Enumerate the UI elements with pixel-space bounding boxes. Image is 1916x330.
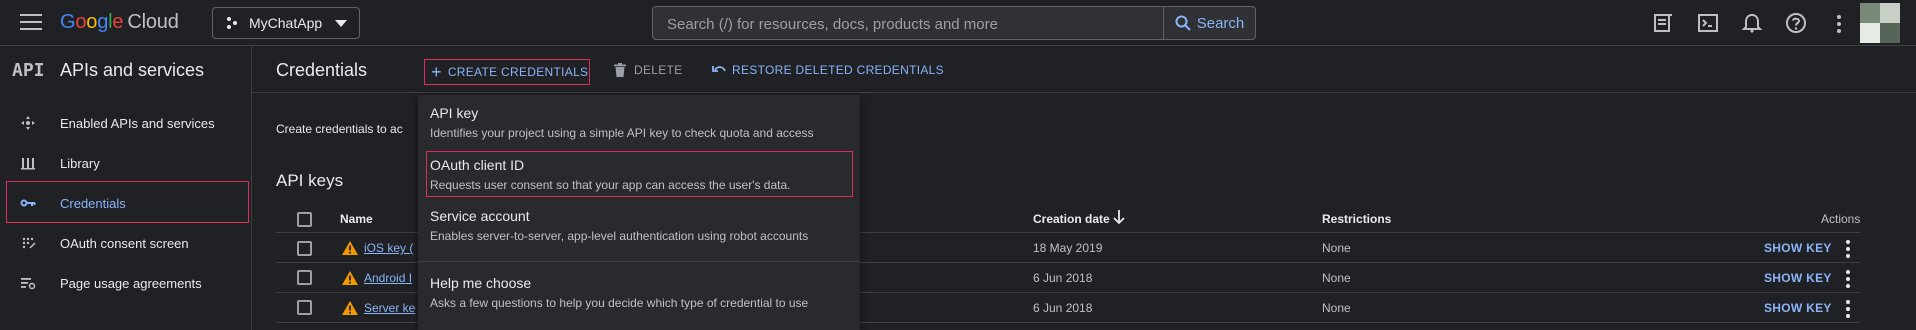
sidebar-item-label: Page usage agreements [60,275,202,291]
library-icon [21,158,35,170]
restore-label: RESTORE DELETED CREDENTIALS [732,63,944,77]
more-vert-icon[interactable] [1846,300,1850,321]
create-credentials-menu: API key Identifies your project using a … [418,95,860,330]
sidebar-item-label: Library [60,155,100,171]
chevron-down-icon [335,20,347,27]
plus-icon: + [431,62,442,82]
menu-item-description: Enables server-to-server, app-level auth… [430,229,809,243]
more-vert-icon[interactable] [1846,240,1850,261]
avatar[interactable] [1860,3,1900,43]
logo-letter: G [60,11,76,33]
show-key-button[interactable]: SHOW KEY [1764,271,1832,285]
menu-item-service-account[interactable]: Service account Enables server-to-server… [430,208,808,243]
divider [418,261,860,262]
api-key-link[interactable]: iOS key ( [364,241,413,255]
row-checkbox[interactable] [297,300,312,315]
creation-date: 6 Jun 2018 [1033,301,1093,315]
sidebar-item-library[interactable]: Library [0,143,252,183]
menu-icon[interactable] [20,14,42,32]
sidebar-item-label: Enabled APIs and services [60,115,215,131]
more-vert-icon[interactable] [1846,270,1850,291]
api-key-link[interactable]: Server ke [364,301,415,315]
creation-date: 6 Jun 2018 [1033,271,1093,285]
sidebar-item-oauth-consent[interactable]: OAuth consent screen [0,223,252,263]
delete-label: DELETE [634,63,683,77]
row-checkbox[interactable] [297,241,312,256]
menu-item-description: Identifies your project using a simple A… [430,126,814,140]
more-vert-icon[interactable] [1837,15,1841,36]
consent-icon [22,237,36,249]
bell-icon[interactable] [1741,12,1763,34]
delete-button[interactable]: DELETE [614,63,682,77]
logo-cloud-text: Cloud [127,11,179,33]
row-checkbox[interactable] [297,270,312,285]
column-header-actions: Actions [1821,212,1861,226]
trash-icon [614,63,626,77]
info-text: Create credentials to ac [276,122,403,136]
search-button[interactable]: Search [1163,7,1255,39]
sidebar-item-enabled-apis[interactable]: Enabled APIs and services [0,103,252,143]
warning-icon [342,271,358,285]
restrictions: None [1322,301,1351,315]
create-credentials-button[interactable]: + CREATE CREDENTIALS [424,59,590,85]
logo-letter: o [75,11,87,33]
project-picker[interactable]: MyChatApp [212,7,360,39]
page-title: Credentials [276,60,368,80]
oauth-client-id-highlight [426,151,853,197]
search-placeholder: Search (/) for resources, docs, products… [667,16,998,33]
project-name: MyChatApp [249,15,323,31]
creation-date: 18 May 2019 [1033,241,1103,255]
create-credentials-label: CREATE CREDENTIALS [447,65,589,79]
column-header-creation-date[interactable]: Creation date [1033,212,1110,226]
restrictions: None [1322,241,1351,255]
column-header-name[interactable]: Name [340,212,373,226]
menu-item-description: Asks a few questions to help you decide … [430,296,809,310]
logo-letter: e [112,11,124,33]
menu-item-title: Service account [430,208,530,224]
api-logo: API [12,60,45,81]
logo-letter: o [86,11,98,33]
divider [252,92,1916,93]
menu-item-title: API key [430,105,479,121]
warning-icon [342,301,358,315]
restore-deleted-credentials-button[interactable]: RESTORE DELETED CREDENTIALS [712,63,944,77]
undo-icon [712,66,726,72]
api-key-link[interactable]: Android I [364,271,412,285]
credentials-highlight [6,181,249,223]
notes-icon[interactable] [1652,12,1674,34]
section-title: API keys [276,171,344,190]
menu-item-title: Help me choose [430,275,532,291]
menu-item-help-me-choose[interactable]: Help me choose Asks a few questions to h… [430,275,808,310]
show-key-button[interactable]: SHOW KEY [1764,301,1832,315]
menu-item-api-key[interactable]: API key Identifies your project using a … [430,105,814,140]
project-icon [227,17,237,29]
arrow-down-icon[interactable] [1113,209,1125,225]
search-icon [1175,15,1191,31]
warning-icon [342,241,358,255]
sidebar-title: APIs and services [60,60,205,80]
restrictions: None [1322,271,1351,285]
search-input[interactable]: Search (/) for resources, docs, products… [652,6,1256,40]
logo-letter: g [97,11,109,33]
agreements-icon [21,278,36,290]
sidebar-item-page-usage[interactable]: Page usage agreements [0,263,252,303]
help-icon[interactable] [1785,12,1807,34]
select-all-checkbox[interactable] [297,212,312,227]
move-icon [21,116,35,130]
show-key-button[interactable]: SHOW KEY [1764,241,1832,255]
cloud-shell-icon[interactable] [1697,12,1719,34]
google-cloud-logo[interactable]: Google Cloud [60,11,179,34]
search-button-label: Search [1196,14,1245,32]
sidebar-item-label: OAuth consent screen [60,235,189,251]
column-header-restrictions: Restrictions [1322,212,1392,226]
